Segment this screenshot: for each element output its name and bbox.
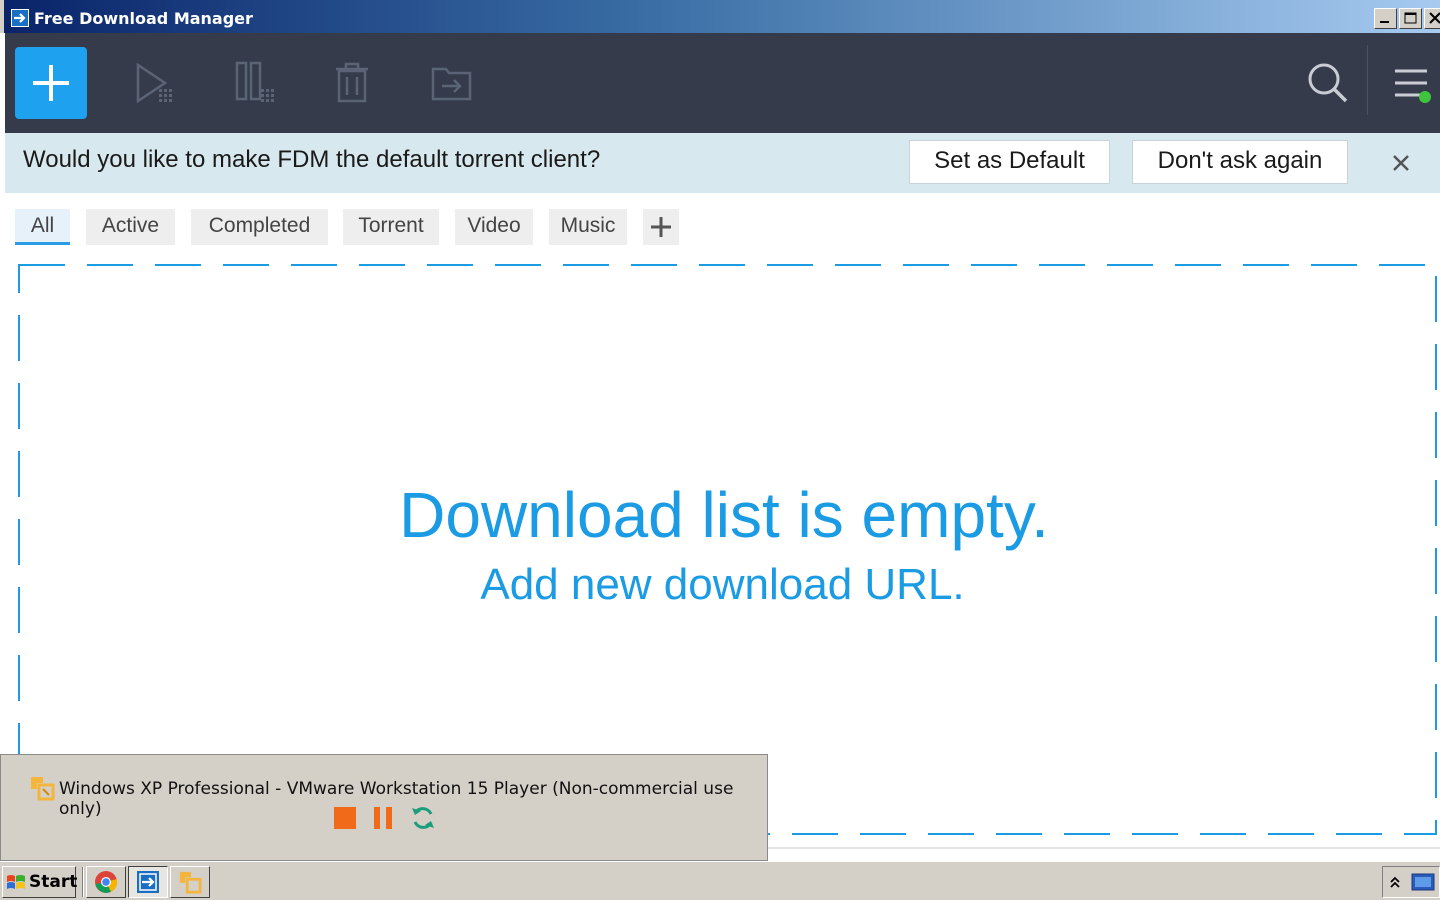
maximize-icon <box>1404 12 1417 24</box>
search-icon[interactable] <box>1306 61 1350 105</box>
vmware-taskbar-button[interactable] <box>170 866 210 898</box>
start-label: Start <box>29 872 78 892</box>
chrome-taskbar-button[interactable] <box>86 866 126 898</box>
add-download-button[interactable] <box>15 47 87 119</box>
tab-torrent[interactable]: Torrent <box>343 209 439 245</box>
title-bar[interactable]: Free Download Manager <box>0 0 1440 33</box>
plus-icon <box>651 217 671 237</box>
network-monitor-icon[interactable] <box>1411 873 1435 891</box>
add-tab-button[interactable] <box>643 209 679 245</box>
main-toolbar <box>5 33 1440 133</box>
minimize-icon <box>1380 21 1389 23</box>
move-to-folder-icon[interactable] <box>430 61 474 105</box>
show-hidden-icons-icon[interactable] <box>1389 875 1401 889</box>
toolbar-divider <box>1367 45 1368 115</box>
empty-list-title: Download list is empty. <box>399 479 1049 551</box>
start-button[interactable]: Start <box>2 866 78 898</box>
tab-video[interactable]: Video <box>455 209 533 245</box>
fdm-icon <box>137 871 159 893</box>
dont-ask-again-button[interactable]: Don't ask again <box>1132 140 1348 184</box>
delete-icon[interactable] <box>330 61 374 105</box>
close-notice-icon[interactable] <box>1389 151 1413 175</box>
stop-icon[interactable] <box>332 805 358 831</box>
system-tray <box>1382 866 1440 898</box>
plus-icon <box>33 65 69 101</box>
tab-active[interactable]: Active <box>86 209 175 245</box>
menu-icon[interactable] <box>1393 65 1437 109</box>
close-window-button[interactable] <box>1424 8 1440 29</box>
pause-icon[interactable] <box>371 805 397 831</box>
tab-all[interactable]: All <box>15 209 70 245</box>
taskbar-separator <box>82 867 84 897</box>
pause-all-icon[interactable] <box>235 61 279 105</box>
vmware-player-bar: Windows XP Professional - VMware Worksta… <box>0 754 768 861</box>
chrome-icon <box>95 871 118 893</box>
vmware-icon <box>179 871 202 894</box>
minimize-button[interactable] <box>1374 8 1397 29</box>
fdm-taskbar-button[interactable] <box>128 866 168 898</box>
close-icon <box>1429 12 1440 24</box>
maximize-button[interactable] <box>1399 8 1422 29</box>
connection-status-dot <box>1419 91 1431 103</box>
windows-logo-icon <box>7 875 25 889</box>
resume-all-icon[interactable] <box>135 61 179 105</box>
bottom-divider <box>768 847 1440 849</box>
window-title: Free Download Manager <box>34 9 253 28</box>
tab-music[interactable]: Music <box>549 209 627 245</box>
taskbar: Start <box>0 861 1440 900</box>
restart-icon[interactable] <box>410 805 436 831</box>
add-url-link[interactable]: Add new download URL. <box>0 560 1440 610</box>
notice-message: Would you like to make FDM the default t… <box>23 146 601 173</box>
vmware-icon <box>31 777 55 801</box>
default-client-notice: Would you like to make FDM the default t… <box>5 133 1440 193</box>
set-as-default-button[interactable]: Set as Default <box>909 140 1110 184</box>
fdm-app-icon <box>11 9 29 27</box>
tab-completed[interactable]: Completed <box>191 209 328 245</box>
